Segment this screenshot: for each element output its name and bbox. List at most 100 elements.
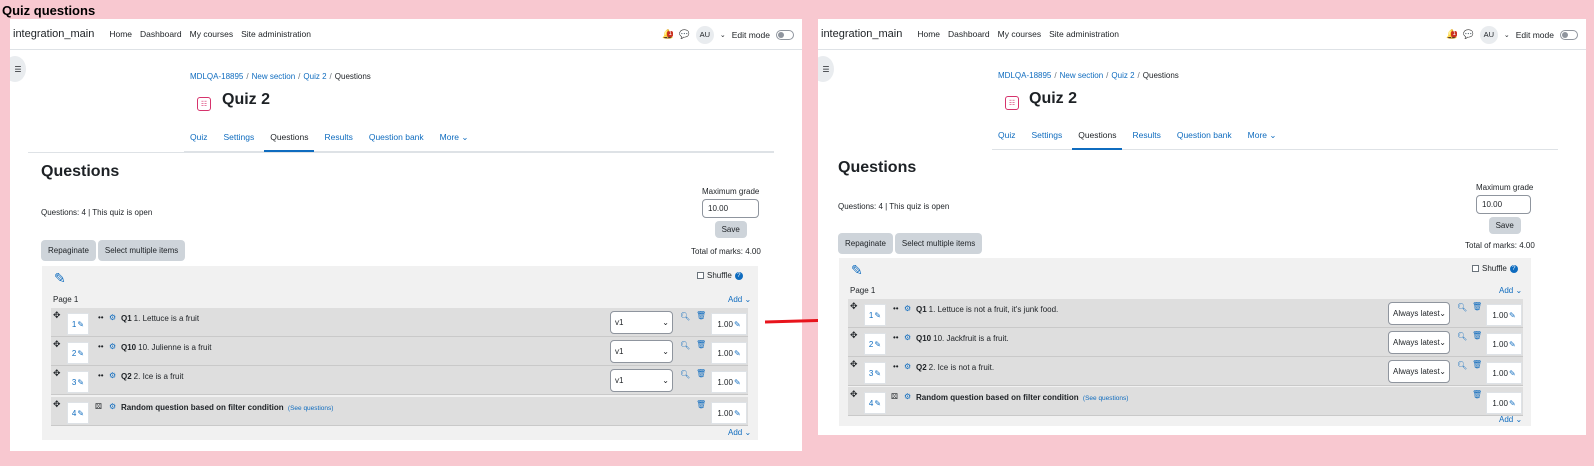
mark-field[interactable]: 1.00 ✎	[711, 402, 747, 424]
tab-results[interactable]: Results	[1126, 128, 1166, 150]
tab-question-bank[interactable]: Question bank	[1171, 128, 1238, 150]
version-select[interactable]: Always latest ⌄	[1388, 360, 1450, 383]
mark-field[interactable]: 1.00 ✎	[711, 313, 747, 335]
preview-icon[interactable]: 🔍︎	[1457, 303, 1467, 312]
mark-field[interactable]: 1.00 ✎	[1486, 362, 1522, 384]
edit-section-pencil-icon[interactable]: ✎	[851, 262, 863, 279]
version-select[interactable]: v1 ⌄	[610, 340, 673, 363]
shuffle-control[interactable]: Shuffle ?	[1472, 264, 1518, 273]
move-icon[interactable]: ✥	[53, 399, 61, 410]
see-questions-link[interactable]: (See questions)	[288, 405, 334, 412]
tab-questions[interactable]: Questions	[1072, 128, 1123, 150]
gear-icon[interactable]: ⚙	[109, 342, 116, 351]
delete-icon[interactable]: 🗑	[696, 340, 706, 349]
repaginate-button[interactable]: Repaginate	[838, 233, 893, 254]
save-button[interactable]: Save	[1488, 217, 1521, 234]
edit-mode-toggle[interactable]	[1560, 29, 1578, 40]
version-select[interactable]: v1 ⌄	[610, 369, 673, 392]
tab-results[interactable]: Results	[318, 130, 358, 152]
chevron-down-icon[interactable]: ⌄	[1504, 31, 1510, 39]
preview-icon[interactable]: 🔍︎	[1457, 332, 1467, 341]
breadcrumb-item[interactable]: Quiz 2	[303, 72, 326, 81]
tab-quiz[interactable]: Quiz	[184, 130, 213, 152]
nav-dashboard[interactable]: Dashboard	[140, 29, 182, 39]
add-menu[interactable]: Add ⌄	[728, 295, 751, 304]
delete-icon[interactable]: 🗑	[1472, 360, 1482, 369]
site-brand[interactable]: integration_main	[13, 28, 94, 40]
avatar[interactable]: AU	[695, 25, 714, 44]
delete-icon[interactable]: 🗑	[696, 400, 706, 409]
delete-icon[interactable]: 🗑	[1472, 302, 1482, 311]
preview-icon[interactable]: 🔍︎	[680, 341, 690, 350]
move-icon[interactable]: ✥	[850, 359, 858, 370]
move-icon[interactable]: ✥	[53, 310, 61, 321]
question-number[interactable]: 4 ✎	[864, 392, 886, 414]
delete-icon[interactable]: 🗑	[1472, 390, 1482, 399]
breadcrumb-item[interactable]: New section	[1060, 71, 1104, 80]
nav-my-courses[interactable]: My courses	[190, 29, 233, 39]
gear-icon[interactable]: ⚙	[904, 392, 911, 401]
tab-questions[interactable]: Questions	[264, 130, 315, 152]
nav-site-admin[interactable]: Site administration	[1049, 29, 1119, 39]
mark-field[interactable]: 1.00 ✎	[711, 371, 747, 393]
nav-home[interactable]: Home	[917, 29, 940, 39]
add-menu[interactable]: Add ⌄	[1499, 286, 1522, 295]
gear-icon[interactable]: ⚙	[904, 362, 911, 371]
avatar[interactable]: AU	[1479, 25, 1498, 44]
breadcrumb-item[interactable]: MDLQA-18895	[998, 71, 1051, 80]
breadcrumb-item[interactable]: New section	[252, 72, 296, 81]
select-multiple-button[interactable]: Select multiple items	[97, 240, 186, 261]
delete-icon[interactable]: 🗑	[696, 311, 706, 320]
notification-bell-icon[interactable]: 🔔1	[662, 29, 674, 40]
move-icon[interactable]: ✥	[850, 301, 858, 312]
preview-icon[interactable]: 🔍︎	[680, 370, 690, 379]
gear-icon[interactable]: ⚙	[109, 313, 116, 322]
chevron-down-icon[interactable]: ⌄	[720, 31, 726, 39]
preview-icon[interactable]: 🔍︎	[1457, 361, 1467, 370]
move-icon[interactable]: ✥	[53, 339, 61, 350]
add-menu[interactable]: Add ⌄	[728, 428, 751, 437]
mark-field[interactable]: 1.00 ✎	[711, 342, 747, 364]
question-number[interactable]: 2 ✎	[864, 333, 886, 355]
mark-field[interactable]: 1.00 ✎	[1486, 333, 1522, 355]
shuffle-control[interactable]: Shuffle ?	[697, 271, 743, 280]
question-number[interactable]: 3 ✎	[67, 371, 89, 393]
breadcrumb-item[interactable]: MDLQA-18895	[190, 72, 243, 81]
move-icon[interactable]: ✥	[53, 368, 61, 379]
maximum-grade-input[interactable]: 10.00	[702, 199, 759, 218]
see-questions-link[interactable]: (See questions)	[1083, 395, 1129, 402]
nav-my-courses[interactable]: My courses	[998, 29, 1041, 39]
nav-home[interactable]: Home	[109, 29, 132, 39]
question-number[interactable]: 4 ✎	[67, 402, 89, 424]
shuffle-checkbox[interactable]	[697, 272, 704, 279]
question-number[interactable]: 1 ✎	[864, 304, 886, 326]
tab-quiz[interactable]: Quiz	[992, 128, 1021, 150]
shuffle-checkbox[interactable]	[1472, 265, 1479, 272]
site-brand[interactable]: integration_main	[821, 28, 902, 40]
move-icon[interactable]: ✥	[850, 330, 858, 341]
mark-field[interactable]: 1.00 ✎	[1486, 392, 1522, 414]
tab-more[interactable]: More ⌄	[1242, 128, 1283, 150]
maximum-grade-input[interactable]: 10.00	[1476, 195, 1531, 214]
messages-icon[interactable]: 💬	[679, 29, 690, 40]
help-icon[interactable]: ?	[734, 271, 743, 280]
nav-site-admin[interactable]: Site administration	[241, 29, 311, 39]
delete-icon[interactable]: 🗑	[696, 369, 706, 378]
add-menu[interactable]: Add ⌄	[1499, 415, 1522, 424]
tab-settings[interactable]: Settings	[1025, 128, 1068, 150]
version-select[interactable]: Always latest ⌄	[1388, 331, 1450, 354]
save-button[interactable]: Save	[714, 221, 747, 238]
version-select[interactable]: v1 ⌄	[610, 311, 673, 334]
question-number[interactable]: 3 ✎	[864, 362, 886, 384]
gear-icon[interactable]: ⚙	[904, 304, 911, 313]
question-number[interactable]: 1 ✎	[67, 313, 89, 335]
edit-mode-toggle[interactable]	[776, 29, 794, 40]
gear-icon[interactable]: ⚙	[109, 402, 116, 411]
gear-icon[interactable]: ⚙	[904, 333, 911, 342]
messages-icon[interactable]: 💬	[1463, 29, 1474, 40]
notification-bell-icon[interactable]: 🔔1	[1446, 29, 1458, 40]
delete-icon[interactable]: 🗑	[1472, 331, 1482, 340]
move-icon[interactable]: ✥	[850, 389, 858, 400]
course-index-toggle-icon[interactable]: ☰	[818, 56, 834, 82]
nav-dashboard[interactable]: Dashboard	[948, 29, 990, 39]
